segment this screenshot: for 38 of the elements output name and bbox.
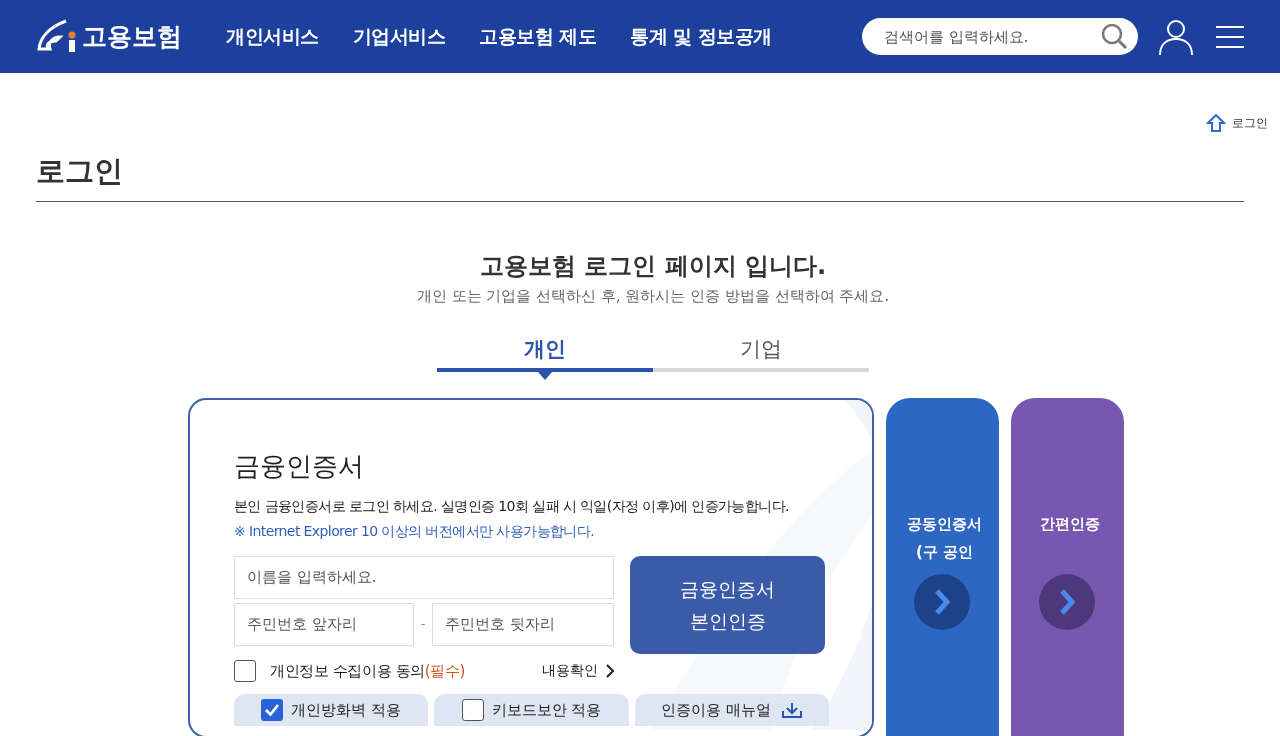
view-details-link[interactable]: 내용확인 (542, 660, 614, 682)
pointer-icon (538, 371, 552, 380)
consent-label: 개인정보 수집이용 동의(필수) (270, 660, 465, 682)
option-label: 키보드보안 적용 (491, 699, 602, 721)
intro-text: 개인 또는 기업을 선택하신 후, 원하시는 인증 방법을 선택하여 주세요. (416, 286, 890, 307)
tab[interactable]: 개인 (437, 331, 653, 372)
login-method-card[interactable]: 공동인증서 (구 공인 (886, 397, 999, 736)
notice-text: ※ Internet Explorer 10 이상의 버전에서만 사용가능합니다. (234, 521, 595, 541)
tab[interactable]: 기업 (653, 331, 869, 372)
chevron-icon (606, 663, 614, 678)
name-field[interactable]: 이름을 입력하세요. (234, 555, 614, 599)
certificate-auth-button[interactable]: 금융인증서 본인인증 (630, 555, 825, 654)
page-title: 로그인 (36, 153, 124, 190)
option-label: 개인방화벽 적용 (291, 699, 402, 721)
id-back-field[interactable]: 주민번호 뒷자리 (432, 602, 614, 646)
separator-text: - (419, 615, 427, 634)
menu-icon[interactable] (1216, 24, 1244, 49)
nav-link[interactable]: 기업서비스 (352, 22, 445, 51)
option-checkbox[interactable] (461, 699, 484, 721)
id-front-field[interactable]: 주민번호 앞자리 (234, 602, 414, 646)
manual-download-button[interactable]: 인증이용 매뉴얼 (634, 694, 829, 726)
logo-text[interactable]: 고용보험 (82, 17, 182, 56)
user-icon[interactable] (1158, 17, 1194, 56)
breadcrumb-text: 로그인 (1232, 115, 1268, 132)
search-field[interactable]: 검색어를 입력하세요. (862, 18, 1138, 55)
nav-link[interactable]: 고용보험 제도 (479, 22, 597, 51)
card-title: 금융인증서 (234, 449, 365, 483)
intro-heading: 고용보험 로그인 페이지 입니다. (479, 251, 827, 282)
consent-checkbox[interactable] (234, 659, 256, 682)
login-method-card[interactable]: 간편인증 (1011, 397, 1124, 736)
home-icon[interactable] (1206, 113, 1226, 133)
download-icon (780, 702, 803, 718)
card-description: 본인 금융인증서로 로그인 하세요. 실명인증 10회 실패 시 익일(자정 이후)에 인증가능합니다. (234, 496, 790, 516)
nav-link[interactable]: 통계 및 정보공개 (630, 22, 772, 51)
option-checkbox[interactable] (261, 699, 284, 721)
nav-link[interactable]: 개인서비스 (226, 22, 319, 51)
logo-icon (36, 18, 78, 55)
search-icon[interactable] (1100, 22, 1128, 50)
